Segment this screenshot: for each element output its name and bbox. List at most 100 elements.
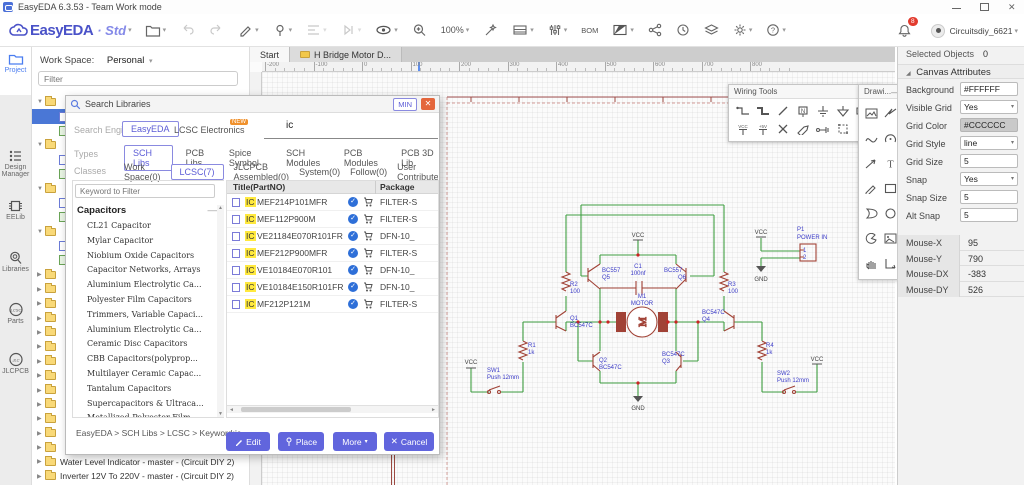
bezier-tool-icon[interactable] <box>862 126 881 151</box>
history-button[interactable] <box>676 23 690 37</box>
net-label-tool-icon[interactable]: N <box>793 102 813 120</box>
attr-select[interactable]: Yes <box>960 172 1018 186</box>
ground-tool-icon[interactable] <box>813 102 833 120</box>
category-item[interactable]: Supercapacitors & Ultraca... <box>73 399 221 414</box>
chevron-down-icon[interactable]: ▼ <box>37 142 45 148</box>
chevron-right-icon[interactable]: ▶ <box>37 300 45 307</box>
user-menu-caret-icon[interactable]: ▾ <box>1014 27 1018 35</box>
engine-easyeda-chip[interactable]: EasyEDA <box>122 121 179 137</box>
category-item[interactable]: Mylar Capacitor <box>73 236 221 251</box>
tree-folder-row[interactable]: ▶ Inverter 12V To 220V - master - (Circui… <box>32 469 250 483</box>
bom-button[interactable]: BOM <box>581 26 598 35</box>
tab-start[interactable]: Start <box>250 47 291 62</box>
workspace-value[interactable]: Personal <box>107 55 145 66</box>
chevron-right-icon[interactable]: ▶ <box>37 458 45 465</box>
category-item[interactable]: Ceramic Disc Capacitors <box>73 339 221 354</box>
flip-button[interactable]: ▾ <box>341 23 361 37</box>
edit-button[interactable]: Edit <box>226 432 270 451</box>
scroll-left-icon[interactable]: ◄ <box>229 407 234 413</box>
maximize-button[interactable] <box>980 3 989 11</box>
engine-lcsc-item[interactable]: LCSC Electronics <box>174 125 245 135</box>
logo-caret-icon[interactable]: ▾ <box>128 26 132 34</box>
category-item[interactable]: Polyester Film Capacitors <box>73 295 221 310</box>
result-row[interactable]: IC VE10184E150R101FR ✓ DFN-10_ <box>227 279 438 296</box>
layers-button[interactable] <box>704 23 719 37</box>
minimize-button[interactable] <box>952 3 961 9</box>
search-query-input[interactable]: ic <box>264 120 438 139</box>
bus-tool-icon[interactable] <box>753 102 773 120</box>
chevron-right-icon[interactable]: ▶ <box>37 444 45 451</box>
result-row[interactable]: IC VE21184E070R101FR ✓ DFN-10_ <box>227 228 438 245</box>
drag-hand-tool-icon[interactable] <box>862 251 881 276</box>
chevron-down-icon[interactable]: ▼ <box>37 186 45 192</box>
category-item[interactable]: Multilayer Ceramic Capac... <box>73 369 221 384</box>
scroll-right-icon[interactable]: ► <box>431 407 436 413</box>
chevron-right-icon[interactable]: ▶ <box>37 473 45 480</box>
cart-icon[interactable] <box>363 248 373 260</box>
class-tab-lcsc7[interactable]: LCSC(7) <box>170 164 224 180</box>
chevron-right-icon[interactable]: ▶ <box>37 430 45 437</box>
cart-icon[interactable] <box>363 299 373 311</box>
easyeda-logo[interactable]: EasyEDA · Std ▾ <box>8 22 132 39</box>
rail-item-jlcpcb[interactable]: JLC JLCPCB <box>0 352 31 375</box>
group-tool-icon[interactable] <box>833 120 853 138</box>
rail-item-eelib[interactable]: EELib <box>0 199 31 221</box>
category-item[interactable]: Niobium Oxide Capacitors <box>73 251 221 266</box>
attr-swatch[interactable]: #CCCCCC <box>960 118 1018 132</box>
cart-icon[interactable] <box>363 231 373 243</box>
category-item[interactable]: CL21 Capacitor <box>73 221 221 236</box>
pencil-tool-icon[interactable] <box>862 176 881 201</box>
image-tool-icon[interactable] <box>862 101 881 126</box>
dialog-close-button[interactable]: ✕ <box>421 98 435 110</box>
rail-item-libraries[interactable]: Libraries <box>0 250 31 273</box>
class-tab-follow0[interactable]: Follow(0) <box>350 167 387 177</box>
tree-folder-row[interactable]: ▶ Water Level Indicator - master - (Circu… <box>32 455 250 469</box>
rail-item-design-manager[interactable]: Design Manager <box>0 149 31 178</box>
design-rule-wand-button[interactable] <box>483 23 498 37</box>
dialog-min-button[interactable]: MIN <box>393 97 417 111</box>
category-item[interactable]: Aluminium Electrolytic Ca... <box>73 325 221 340</box>
vcc-flag-tool-icon[interactable]: VCC <box>733 120 753 138</box>
file-button[interactable]: ▾ <box>145 23 166 38</box>
pin-tool-icon[interactable] <box>813 120 833 138</box>
category-scrollbar[interactable]: ▲ ▼ <box>217 205 224 417</box>
category-group-header[interactable]: — Capacitors <box>77 205 217 216</box>
category-item[interactable]: CBB Capacitors(polyprop... <box>73 354 221 369</box>
chevron-right-icon[interactable]: ▶ <box>37 343 45 350</box>
class-tab-system0[interactable]: System(0) <box>299 167 340 177</box>
chevron-right-icon[interactable]: ▶ <box>37 372 45 379</box>
chevron-down-icon[interactable]: ▼ <box>37 99 45 105</box>
result-row[interactable]: IC MF212P121M ✓ FILTER-S <box>227 296 438 313</box>
attr-select[interactable]: line <box>960 136 1018 150</box>
scroll-up-icon[interactable]: ▲ <box>218 205 223 211</box>
dialog-titlebar[interactable]: Search Libraries MIN ✕ <box>66 96 439 113</box>
pie-tool-icon[interactable] <box>862 226 881 251</box>
voltage-probe-tool-icon[interactable] <box>793 120 813 138</box>
chevron-right-icon[interactable]: ▶ <box>37 358 45 365</box>
category-item[interactable]: Aluminium Electrolytic Ca... <box>73 280 221 295</box>
undo-button[interactable] <box>180 23 195 37</box>
chevron-right-icon[interactable]: ▶ <box>37 415 45 422</box>
username[interactable]: Circuitsdiy_6621 <box>950 26 1013 36</box>
hscroll-thumb[interactable] <box>241 407 351 412</box>
class-tab-usercontributed[interactable]: User Contributed <box>397 162 438 182</box>
category-item[interactable]: Tantalum Capacitors <box>73 384 221 399</box>
collapse-dash-icon[interactable]: — <box>208 205 218 216</box>
wire-pencil-button[interactable]: ▾ <box>238 23 259 37</box>
wire-tool-icon[interactable] <box>733 102 753 120</box>
result-row[interactable]: IC VE10184E070R101 ✓ DFN-10_ <box>227 262 438 279</box>
attr-input[interactable]: 5 <box>960 154 1018 168</box>
attr-input[interactable]: #FFFFFF <box>960 82 1018 96</box>
cancel-button[interactable]: ✕ Cancel <box>384 432 434 451</box>
result-row[interactable]: IC MEF112P900M ✓ FILTER-S <box>227 211 438 228</box>
view-eye-button[interactable]: ▾ <box>375 23 398 37</box>
attr-input[interactable]: 5 <box>960 208 1018 222</box>
zoom-in-button[interactable] <box>412 23 427 37</box>
attr-input[interactable]: 5 <box>960 190 1018 204</box>
workspace-row[interactable]: Work Space: Personal ▾ <box>40 55 153 66</box>
polygon-tool-icon[interactable] <box>862 201 881 226</box>
no-connect-tool-icon[interactable] <box>773 120 793 138</box>
notifications-bell-icon[interactable]: 8 <box>897 17 918 38</box>
redo-button[interactable] <box>209 23 224 37</box>
result-row[interactable]: IC MEF212P900MFR ✓ FILTER-S <box>227 245 438 262</box>
